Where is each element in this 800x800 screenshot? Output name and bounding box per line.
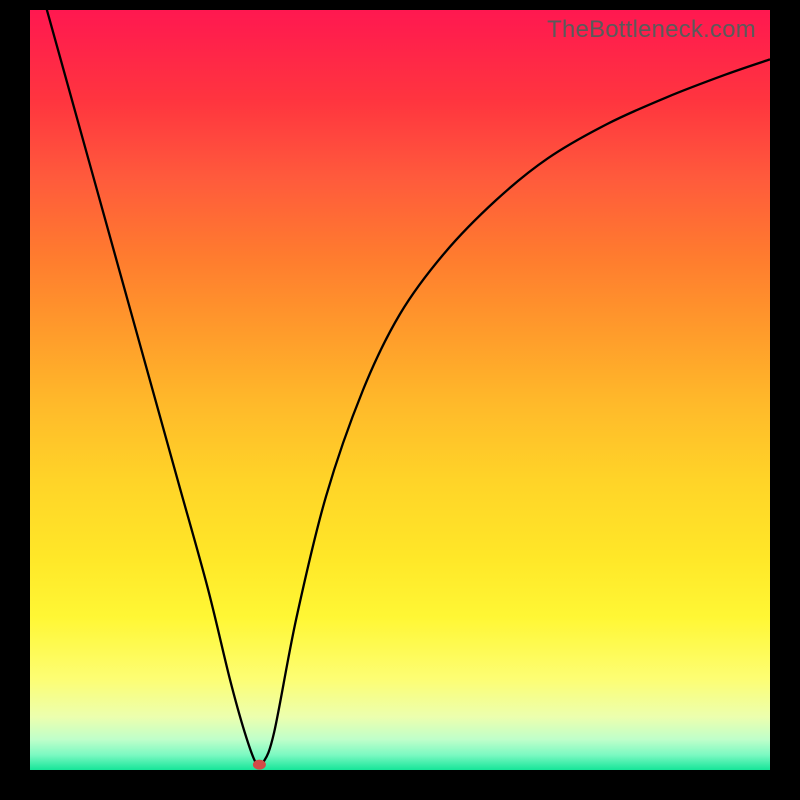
optimal-marker [253, 760, 265, 769]
chart-frame: TheBottleneck.com [0, 0, 800, 800]
bottleneck-curve [30, 0, 770, 766]
plot-area: TheBottleneck.com [30, 10, 770, 770]
line-chart [30, 10, 770, 770]
